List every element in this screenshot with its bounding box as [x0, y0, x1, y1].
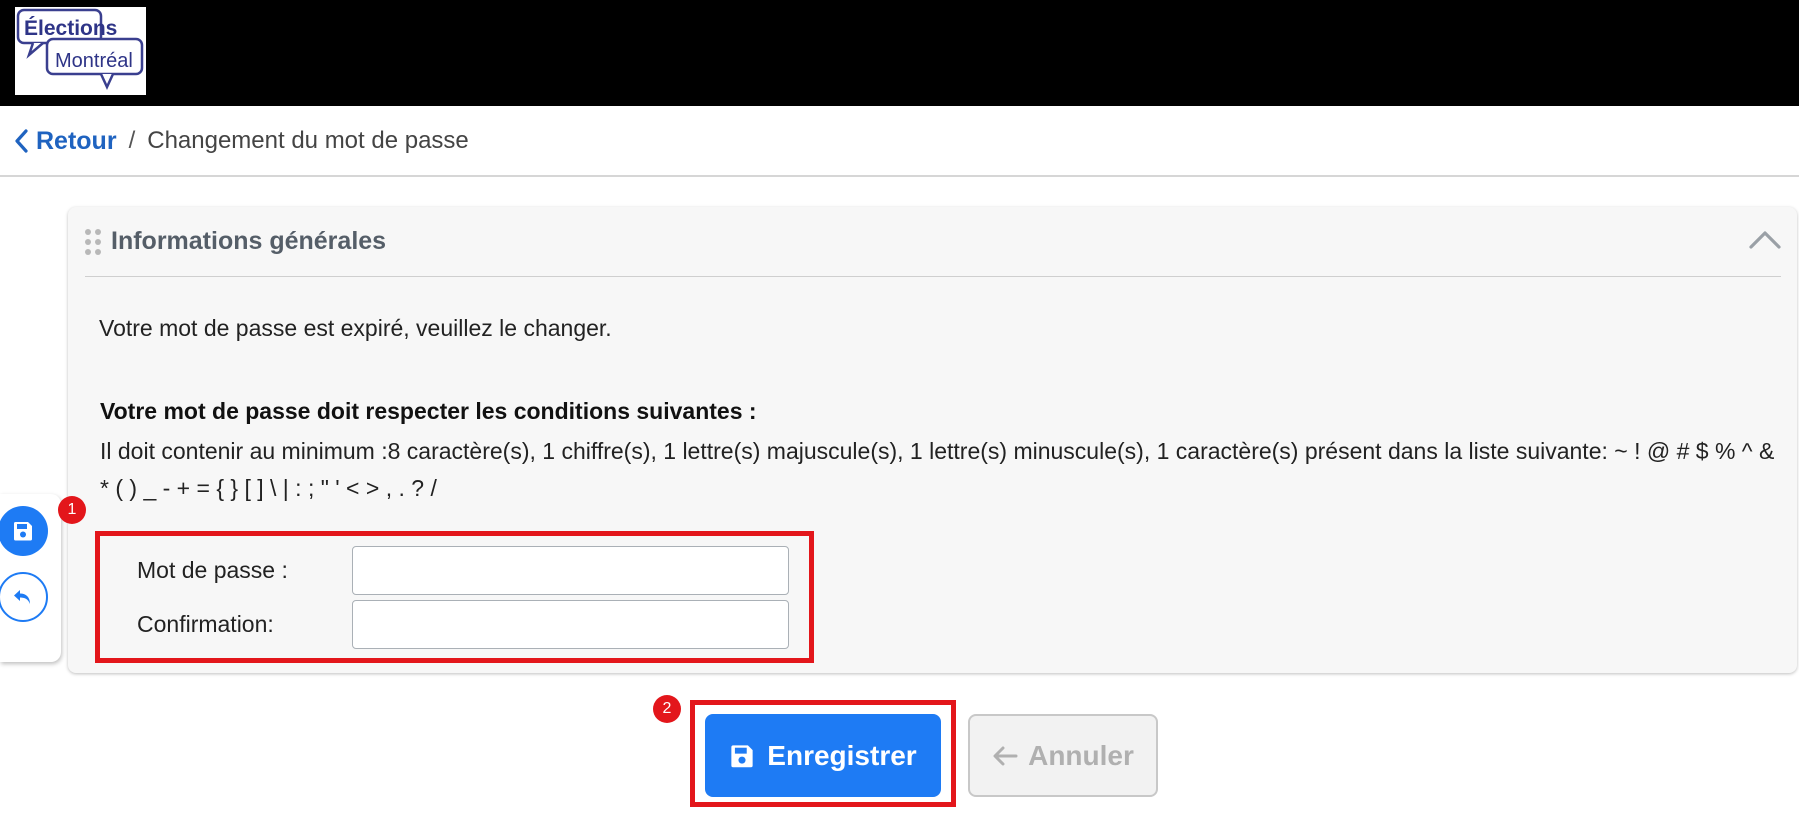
breadcrumb: Retour / Changement du mot de passe [0, 107, 1799, 177]
logo-text-elections: Élections [24, 17, 117, 40]
password-input[interactable] [352, 545, 789, 595]
floppy-disk-icon [14, 522, 32, 541]
drag-handle-icon[interactable] [85, 228, 101, 255]
password-label: Mot de passe : [137, 556, 288, 583]
top-header: Élections Montréal [0, 0, 1799, 106]
confirmation-input[interactable] [352, 599, 789, 649]
password-rules-title: Votre mot de passe doit respecter les co… [100, 398, 757, 424]
arrow-left-icon [993, 746, 1018, 765]
password-expired-message: Votre mot de passe est expiré, veuillez … [99, 315, 612, 341]
back-link-label: Retour [36, 126, 117, 155]
cancel-button[interactable]: Annuler [968, 714, 1158, 797]
collapse-chevron-up-icon[interactable] [1749, 229, 1781, 254]
chevron-left-icon [15, 129, 28, 153]
elections-montreal-logo[interactable]: Élections Montréal [15, 7, 146, 95]
password-fields-highlight: Mot de passe : Confirmation: [95, 531, 814, 663]
general-information-panel: Informations générales Votre mot de pass… [68, 207, 1797, 673]
password-rules-text: Il doit contenir au minimum :8 caractère… [100, 438, 1775, 501]
annotation-badge-2: 2 [653, 695, 681, 723]
floating-undo-button[interactable] [0, 572, 48, 622]
save-button-label: Enregistrer [767, 739, 917, 771]
back-link[interactable]: Retour [14, 127, 117, 156]
annotation-badge-1: 1 [58, 496, 86, 524]
confirmation-row: Confirmation: [100, 599, 809, 649]
undo-arrow-icon [14, 590, 30, 604]
panel-header: Informations générales [85, 207, 1781, 277]
floating-action-toolbar [0, 494, 61, 662]
password-row: Mot de passe : [100, 545, 809, 595]
breadcrumb-current-page: Changement du mot de passe [147, 127, 469, 154]
breadcrumb-separator: / [128, 127, 136, 154]
confirmation-label: Confirmation: [137, 610, 274, 637]
save-button[interactable]: Enregistrer [705, 714, 941, 797]
logo-speech-bubbles-icon: Élections Montréal [16, 8, 144, 90]
floating-save-button[interactable] [0, 506, 48, 556]
panel-title: Informations générales [111, 227, 387, 255]
floppy-disk-icon [731, 744, 753, 767]
logo-text-montreal: Montréal [55, 50, 133, 72]
cancel-button-label: Annuler [1028, 739, 1134, 771]
